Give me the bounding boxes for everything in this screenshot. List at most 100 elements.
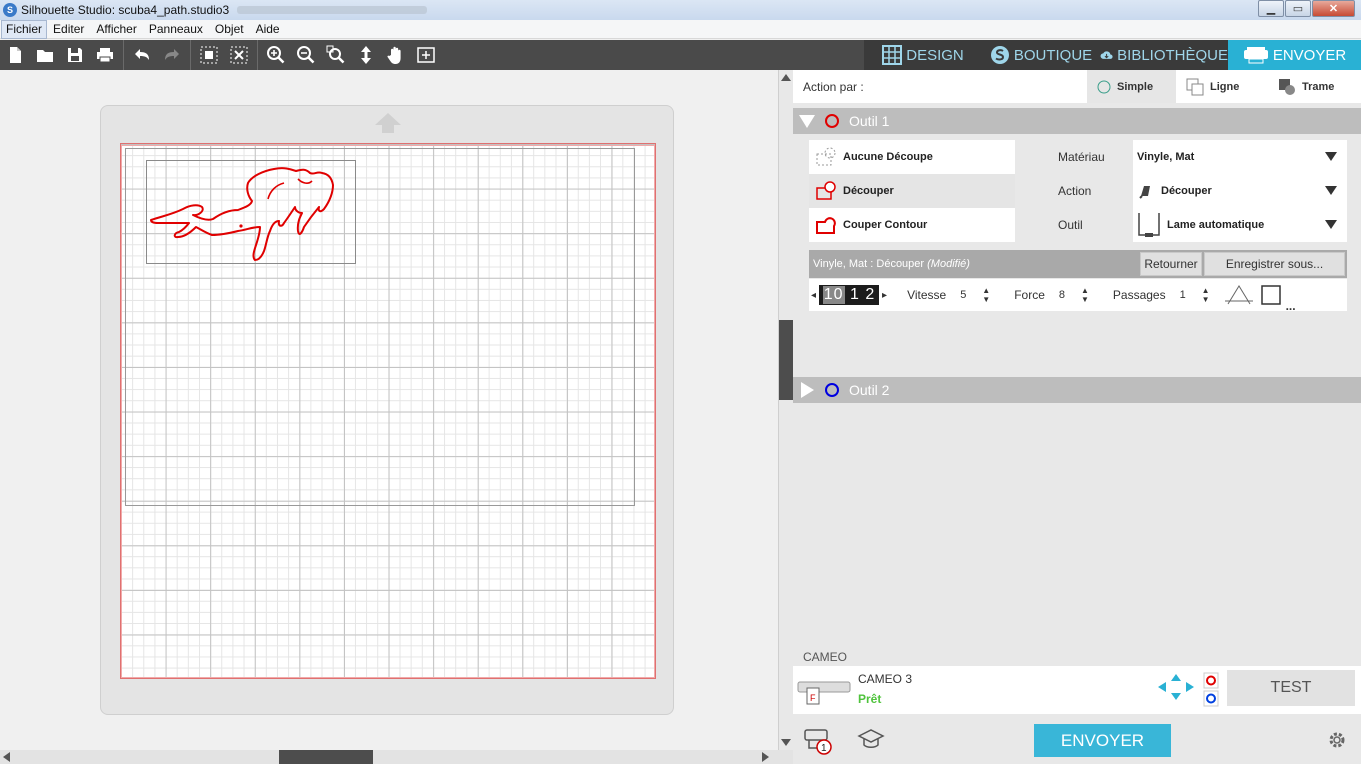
move-icon[interactable] — [351, 40, 381, 70]
speed-value: 5 — [960, 289, 967, 301]
vertical-scroll-thumb[interactable] — [779, 320, 793, 400]
menu-objet[interactable]: Objet — [209, 21, 250, 38]
action-trame-option[interactable]: Trame — [1268, 70, 1361, 103]
send-button[interactable]: ENVOYER — [1034, 724, 1171, 757]
menu-afficher[interactable]: Afficher — [90, 21, 142, 38]
menu-aide[interactable]: Aide — [250, 21, 286, 38]
select-all-icon[interactable] — [194, 40, 224, 70]
stepper-arrows-icon[interactable]: ▲ ▼ — [982, 286, 990, 304]
mode-cut[interactable]: Découper — [809, 174, 1015, 208]
return-button[interactable]: Retourner — [1140, 252, 1202, 276]
collapse-triangle-icon[interactable] — [799, 114, 815, 128]
blade-icon — [1139, 186, 1150, 199]
save-as-button[interactable]: Enregistrer sous... — [1204, 252, 1345, 276]
window-controls: ▁ ▭ ✕ — [1257, 0, 1355, 17]
force-value: 8 — [1058, 289, 1066, 301]
main-tabs: DESIGN BOUTIQUE BIBLIOTHÈQUE ENVOYER — [864, 40, 1361, 70]
overcut-icon[interactable] — [1224, 283, 1254, 307]
scroll-right-arrow-icon[interactable] — [762, 752, 769, 762]
menu-editer[interactable]: Editer — [47, 21, 90, 38]
move-blade-arrows-icon[interactable] — [1156, 672, 1196, 702]
expand-triangle-icon[interactable] — [801, 382, 814, 398]
menu-panneaux[interactable]: Panneaux — [143, 21, 209, 38]
save-icon[interactable] — [60, 40, 90, 70]
mode-cut-contour[interactable]: Couper Contour — [809, 208, 1015, 242]
line-segment-checkbox[interactable] — [1260, 284, 1282, 306]
force-label: Force — [1014, 288, 1045, 302]
cutting-mat — [100, 105, 674, 715]
speed-stepper[interactable]: 5 ▲ ▼ — [954, 284, 994, 306]
tool-holder-indicators-icon[interactable] — [1203, 672, 1219, 708]
material-select[interactable]: Vinyle, Mat — [1133, 140, 1347, 174]
slider-right-arrow-icon[interactable]: ▸ — [882, 290, 887, 301]
action-select[interactable]: Découper — [1133, 174, 1347, 208]
blurred-path — [237, 6, 428, 14]
mode-cut-label: Découper — [843, 185, 894, 197]
tab-envoyer-label: ENVOYER — [1272, 46, 1347, 64]
undo-icon[interactable] — [127, 40, 157, 70]
slider-left-arrow-icon[interactable]: ◂ — [811, 290, 816, 301]
tool1-color-icon — [825, 114, 839, 128]
open-folder-icon[interactable] — [30, 40, 60, 70]
deselect-icon[interactable] — [224, 40, 254, 70]
circle-outline-icon — [1097, 80, 1111, 93]
tab-bibliotheque[interactable]: BIBLIOTHÈQUE — [1100, 40, 1228, 70]
stepper-arrows-icon[interactable]: ▲ ▼ — [1202, 286, 1210, 304]
horizontal-scroll-thumb[interactable] — [279, 750, 373, 764]
material-value: Vinyle, Mat — [1137, 151, 1195, 163]
cameo-machine-icon: F — [797, 681, 851, 705]
close-button[interactable]: ✕ — [1312, 0, 1355, 17]
dropdown-arrow-icon — [1325, 220, 1337, 229]
tool2-header[interactable]: Outil 2 — [793, 377, 1361, 403]
hand-pan-icon[interactable] — [381, 40, 411, 70]
action-simple-option[interactable]: Simple — [1087, 70, 1176, 103]
tool-row: Outil Lame automatique — [1015, 208, 1347, 242]
passes-stepper[interactable]: 1 ▲ ▼ — [1174, 284, 1214, 306]
minimize-button[interactable]: ▁ — [1258, 0, 1284, 17]
material-label: Matériau — [1058, 150, 1105, 164]
tab-bibliotheque-label: BIBLIOTHÈQUE — [1117, 46, 1228, 64]
zoom-in-icon[interactable] — [261, 40, 291, 70]
tool1-properties: Matériau Vinyle, Mat Action Découper Out… — [1015, 140, 1347, 242]
tab-boutique[interactable]: BOUTIQUE — [982, 40, 1100, 70]
design-canvas[interactable] — [0, 70, 778, 750]
new-file-icon[interactable] — [0, 40, 30, 70]
redo-icon[interactable] — [157, 40, 187, 70]
tool-select[interactable]: Lame automatique — [1133, 208, 1347, 242]
scuba-diver-shape[interactable] — [148, 161, 356, 265]
tool2-label: Outil 2 — [849, 382, 890, 398]
graduation-cap-icon[interactable] — [857, 728, 885, 752]
print-icon[interactable] — [90, 40, 120, 70]
grid-icon — [882, 45, 903, 65]
stepper-arrows-icon[interactable]: ▲ ▼ — [1081, 286, 1089, 304]
action-ligne-option[interactable]: Ligne — [1176, 70, 1268, 103]
title-bar: S Silhouette Studio: scuba4_path.studio3… — [0, 0, 1361, 20]
machine-status: Prêt — [858, 692, 882, 706]
action-by-label: Action par : — [803, 79, 864, 94]
more-options-icon[interactable]: ... — [1286, 300, 1296, 312]
add-page-icon[interactable] — [411, 40, 441, 70]
tab-design[interactable]: DESIGN — [864, 40, 982, 70]
vertical-scrollbar[interactable] — [778, 70, 793, 750]
blade-depth-slider[interactable]: ◂ 10 1 2 ▸ — [811, 285, 887, 305]
silhouette-logo-icon — [990, 46, 1009, 64]
gear-icon[interactable] — [1327, 730, 1347, 750]
scroll-down-arrow-icon[interactable] — [781, 739, 791, 746]
tool1-header[interactable]: Outil 1 — [793, 108, 1361, 134]
zoom-fit-icon[interactable] — [321, 40, 351, 70]
zoom-out-icon[interactable] — [291, 40, 321, 70]
mode-no-cut[interactable]: Aucune Découpe — [809, 140, 1015, 174]
scroll-up-arrow-icon[interactable] — [781, 74, 791, 81]
scroll-left-arrow-icon[interactable] — [3, 752, 10, 762]
test-button[interactable]: TEST — [1227, 670, 1355, 706]
maximize-button[interactable]: ▭ — [1285, 0, 1311, 17]
load-direction-arrow-icon — [375, 113, 401, 133]
horizontal-scrollbar[interactable] — [0, 750, 793, 764]
machine-status-row: F CAMEO 3 Prêt TEST — [793, 666, 1361, 714]
mat-grid — [120, 143, 656, 679]
force-stepper[interactable]: 8 ▲ ▼ — [1053, 284, 1093, 306]
toolbar-separator — [257, 40, 258, 70]
send-queue-icon[interactable]: 1 — [803, 726, 835, 756]
menu-fichier[interactable]: Fichier — [1, 19, 48, 39]
tab-envoyer[interactable]: ENVOYER — [1228, 40, 1361, 70]
